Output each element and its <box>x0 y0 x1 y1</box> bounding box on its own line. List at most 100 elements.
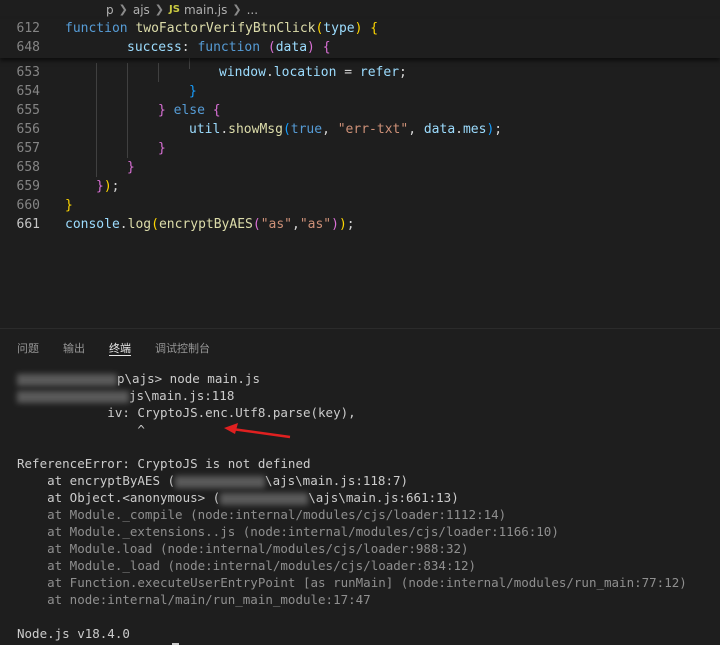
code-editor[interactable]: 612 function twoFactorVerifyBtnClick ( type… <box>0 19 720 328</box>
panel-divider <box>0 328 720 329</box>
code-token: } <box>127 160 135 175</box>
terminal-line: at node:internal/main/run_main_module:17… <box>17 591 371 608</box>
breadcrumb-parent[interactable]: p <box>106 3 114 17</box>
panel-tab[interactable]: 调试控制台 <box>155 340 210 356</box>
terminal-text: p\ajs> node main.js <box>117 371 260 386</box>
panel-tab[interactable]: 问题 <box>17 340 39 356</box>
indent-guide <box>158 63 159 82</box>
code-text: util.showMsg(true, "err-txt", data.mes); <box>189 120 502 139</box>
code-text: window.location = refer; <box>219 63 407 82</box>
code-line[interactable]: 653 window.location = refer; <box>0 63 720 82</box>
terminal-line: at Module._compile (node:internal/module… <box>17 506 506 523</box>
line-number: 653 <box>16 65 40 80</box>
terminal-text: iv: CryptoJS.enc.Utf8.parse(key), <box>17 405 356 420</box>
code-line[interactable]: 658} <box>0 158 720 177</box>
terminal-text: at encryptByAES ( <box>17 473 176 488</box>
code-token: ( <box>151 217 159 232</box>
code-line[interactable]: 612 function twoFactorVerifyBtnClick(type… <box>0 19 720 38</box>
indent-guide <box>127 63 128 158</box>
code-token: encryptByAES <box>158 217 253 232</box>
code-token: ; <box>399 65 407 80</box>
code-token: . <box>220 122 229 137</box>
breadcrumb-folder[interactable]: ajs <box>133 3 150 17</box>
code-token: } <box>96 179 104 194</box>
terminal-line: at Object.<anonymous> (\ajs\main.js:661:… <box>17 489 459 506</box>
terminal-text: at Function.executeUserEntryPoint [as ru… <box>17 575 687 590</box>
chevron-right-icon: ❯ <box>154 3 165 16</box>
terminal-line: at Function.executeUserEntryPoint [as ru… <box>17 574 687 591</box>
code-token: ; <box>494 122 503 137</box>
indent-guide <box>96 63 97 177</box>
code-line[interactable]: 654} <box>0 82 720 101</box>
breadcrumb-file[interactable]: main.js <box>184 3 227 17</box>
line-number: 654 <box>16 84 40 99</box>
code-line[interactable]: 656 util.showMsg(true, "err-txt", data.me… <box>0 120 720 139</box>
code-text: } <box>158 139 166 158</box>
code-token: ) <box>307 40 315 55</box>
redacted-path <box>220 492 309 505</box>
code-token: twoFactorVerifyBtnClick <box>135 21 316 36</box>
code-line[interactable]: 648 success: function (data) { <box>0 38 720 57</box>
code-token: true <box>290 122 323 137</box>
code-text: }); <box>96 177 119 196</box>
redacted-path <box>17 373 117 386</box>
line-number: 660 <box>16 198 40 213</box>
breadcrumb-more[interactable]: ... <box>247 3 258 17</box>
terminal-text: ^ <box>17 422 145 437</box>
code-text: success: function (data) { <box>127 38 331 57</box>
terminal-text: at node:internal/main/run_main_module:17… <box>17 592 371 607</box>
line-number: 661 <box>16 217 40 232</box>
code-token: { <box>212 103 221 118</box>
code-token: : <box>181 40 198 55</box>
code-token: function <box>197 40 268 55</box>
panel-tab[interactable]: 终端 <box>109 340 131 356</box>
terminal-text: at Module._compile (node:internal/module… <box>17 507 507 522</box>
redacted-path <box>175 475 266 488</box>
line-number: 612 <box>16 21 40 36</box>
line-number: 659 <box>16 179 40 194</box>
code-text: } <box>127 158 135 177</box>
code-line[interactable]: 660} <box>0 196 720 215</box>
terminal-line: Node.js v18.4.0 <box>17 625 130 642</box>
code-token: , <box>292 217 300 232</box>
terminal-line: at Module.load (node:internal/modules/cj… <box>17 540 468 557</box>
code-text: console.log(encryptByAES("as","as")); <box>65 215 355 234</box>
panel-tab[interactable]: 输出 <box>63 340 85 356</box>
code-token: ) <box>338 217 347 232</box>
code-token: ( <box>282 122 291 137</box>
code-token: ; <box>111 179 120 194</box>
code-token: refer <box>359 65 400 80</box>
code-token: showMsg <box>228 122 283 137</box>
terminal-line: at Module._load (node:internal/modules/c… <box>17 557 476 574</box>
line-number: 658 <box>16 160 40 175</box>
code-token: } <box>158 103 166 118</box>
code-token: { <box>322 40 331 55</box>
breadcrumb: p ❯ ajs ❯ JS main.js ❯ ... <box>0 0 720 19</box>
js-file-icon: JS <box>169 4 180 15</box>
line-number: 657 <box>16 141 40 156</box>
sticky-scroll-header[interactable]: 612 function twoFactorVerifyBtnClick ( type… <box>0 19 720 58</box>
code-token: console <box>65 217 120 232</box>
line-number: 655 <box>16 103 40 118</box>
code-token: window <box>219 65 266 80</box>
chevron-right-icon: ❯ <box>118 3 128 16</box>
code-token: . <box>265 65 274 80</box>
terminal-text: \ajs\main.js:118:7) <box>265 473 409 488</box>
code-token: } <box>158 141 166 156</box>
code-line[interactable]: 661 console.log(encryptByAES("as","as")); <box>0 215 720 234</box>
code-line[interactable]: 655} else { <box>0 101 720 120</box>
terminal-line: p\ajs> node main.js <box>17 370 260 387</box>
terminal-line: ^ <box>17 421 145 438</box>
code-token: function <box>65 21 136 36</box>
terminal-line: at encryptByAES ( \ajs\main.js:118:7) <box>17 472 408 489</box>
code-token: ( <box>267 40 276 55</box>
code-token: , <box>408 122 424 137</box>
line-number: 656 <box>16 122 40 137</box>
code-line[interactable]: 657} <box>0 139 720 158</box>
code-token: type <box>323 21 355 36</box>
terminal-text: js\main.js:118 <box>129 388 235 403</box>
code-token: ( <box>252 217 261 232</box>
code-line[interactable]: 659}); <box>0 177 720 196</box>
